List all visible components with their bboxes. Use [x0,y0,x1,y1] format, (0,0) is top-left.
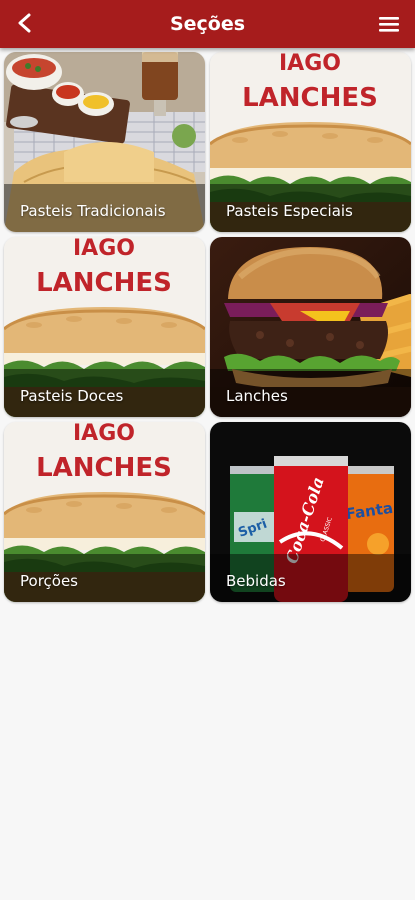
back-button[interactable] [10,8,40,38]
section-label: Pasteis Doces [20,387,124,405]
sections-grid: Pasteis Tradicionais IAGO LANCHES Pastei… [4,52,412,602]
app-bar: Seções [0,0,415,48]
section-card-pasteis-doces[interactable]: IAGO LANCHES Pasteis Doces [4,237,205,417]
section-label: Bebidas [226,572,286,590]
page-title: Seções [169,13,246,35]
hamburger-menu-icon [379,17,399,32]
logo-line2: LANCHES [36,453,172,483]
back-arrow-icon [18,13,31,33]
logo-line2: LANCHES [242,83,378,113]
logo-line1: IAGO [73,422,135,446]
section-label: Lanches [226,387,288,405]
menu-button[interactable] [375,10,403,38]
section-card-pasteis-especiais[interactable]: IAGO LANCHES Pasteis Especiais [210,52,411,232]
logo-line2: LANCHES [36,268,172,298]
section-label: Pasteis Especiais [226,202,353,220]
logo-line1: IAGO [73,237,135,261]
section-label: Porções [20,572,78,590]
logo-line1: IAGO [279,52,341,76]
section-card-pasteis-tradicionais[interactable]: Pasteis Tradicionais [4,52,205,232]
section-label: Pasteis Tradicionais [20,202,166,220]
section-card-lanches[interactable]: Lanches [210,237,411,417]
section-card-bebidas[interactable]: Spri Fanta Coca-Cola CLASSIC Bebidas [210,422,411,602]
section-card-porcoes[interactable]: IAGO LANCHES Porções [4,422,205,602]
